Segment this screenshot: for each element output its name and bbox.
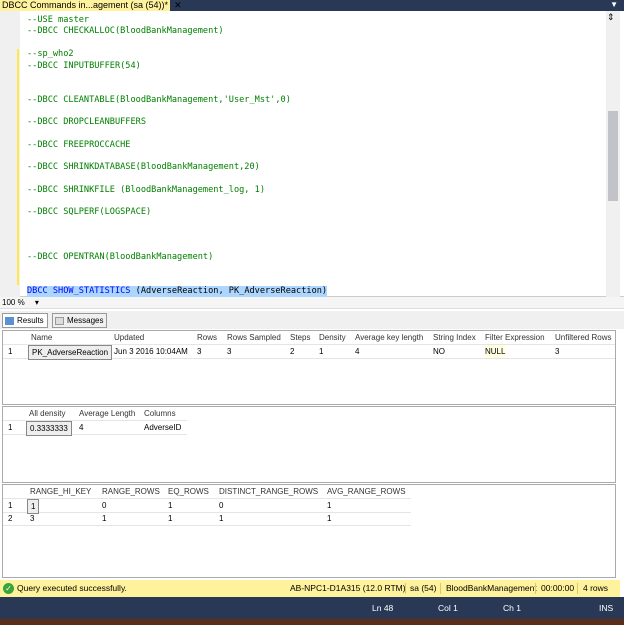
- status-server: AB-NPC1-D1A315 (12.0 RTM): [290, 583, 406, 593]
- status-database: BloodBankManagement: [446, 583, 537, 593]
- grid-cell[interactable]: 4: [355, 345, 359, 358]
- status-rows: 4 rows: [583, 583, 609, 593]
- code-line: --DBCC OPENTRAN(BloodBankManagement): [27, 252, 214, 262]
- tab-title: DBCC Commands in...agement (sa (54))*: [2, 0, 169, 10]
- query-editor[interactable]: --USE master --DBCC CHECKALLOC(BloodBank…: [0, 11, 624, 297]
- tab-label: Results: [17, 316, 44, 325]
- grid-cell[interactable]: 3: [227, 345, 231, 358]
- grid-cell[interactable]: 0: [219, 499, 223, 512]
- code-keyword: DBCC SHOW_STATISTICS: [27, 286, 131, 296]
- grid-cell[interactable]: 1: [327, 512, 331, 525]
- grid-icon: [5, 316, 14, 325]
- grid-cell[interactable]: PK_AdverseReaction: [28, 345, 113, 360]
- column-header[interactable]: Density: [319, 331, 346, 344]
- grid-cell[interactable]: AdverseID: [144, 421, 181, 434]
- column-header[interactable]: Updated: [114, 331, 144, 344]
- chevron-down-icon[interactable]: ▾: [35, 298, 39, 307]
- zoom-bar: 100 % ▾: [0, 297, 624, 309]
- grid-cell[interactable]: 1: [319, 345, 323, 358]
- code-line: --DBCC DROPCLEANBUFFERS: [27, 117, 146, 127]
- grid-cell[interactable]: NO: [433, 345, 445, 358]
- grid-cell[interactable]: NULL: [485, 345, 506, 358]
- tab-results[interactable]: Results: [2, 313, 48, 328]
- code-line: --DBCC FREEPROCCACHE: [27, 140, 131, 150]
- status-bar: ✓ Query executed successfully. AB-NPC1-D…: [0, 580, 620, 597]
- result-tabs: Results Messages: [0, 311, 624, 329]
- title-bar: DBCC Commands in...agement (sa (54))* ✕ ▼: [0, 0, 624, 11]
- grid-cell[interactable]: 3: [30, 512, 34, 525]
- zoom-select[interactable]: 100 %: [2, 298, 25, 307]
- document-tab[interactable]: DBCC Commands in...agement (sa (54))* ✕: [0, 0, 182, 11]
- taskbar: [0, 619, 624, 625]
- selected-code-line: DBCC SHOW_STATISTICS (AdverseReaction, P…: [27, 286, 328, 297]
- code-line: --DBCC INPUTBUFFER(54): [27, 61, 141, 71]
- split-icon[interactable]: ⇕: [607, 12, 615, 23]
- grid-cell[interactable]: 1: [327, 499, 331, 512]
- scrollbar-thumb[interactable]: [608, 111, 618, 201]
- results-grid-1[interactable]: Name Updated Rows Rows Sampled Steps Density A…: [2, 330, 616, 405]
- code-line: --USE master: [27, 15, 90, 25]
- column-header[interactable]: Steps: [290, 331, 310, 344]
- column-header[interactable]: Average Length: [79, 407, 135, 420]
- code-line: --DBCC SQLPERF(LOGSPACE): [27, 207, 152, 217]
- status-time: 00:00:00: [541, 583, 575, 593]
- column-header[interactable]: Name: [31, 331, 52, 344]
- grid-cell[interactable]: 1: [102, 512, 106, 525]
- messages-icon: [55, 316, 64, 325]
- results-grid-2[interactable]: All density Average Length Columns 1 0.33333…: [2, 406, 616, 483]
- code-line: --DBCC SHRINKDATABASE(BloodBankManagemen…: [27, 162, 260, 172]
- column-header[interactable]: RANGE_ROWS: [102, 485, 160, 498]
- grid-cell[interactable]: 0.3333333: [26, 421, 72, 436]
- code-line: --sp_who2: [27, 49, 74, 59]
- tab-messages[interactable]: Messages: [52, 313, 108, 328]
- code-args: (AdverseReaction, PK_AdverseReaction): [135, 286, 328, 296]
- change-bar: [17, 49, 19, 285]
- grid-cell[interactable]: 1: [168, 499, 172, 512]
- grid-cell[interactable]: 2: [290, 345, 294, 358]
- column-header[interactable]: Unfiltered Rows: [555, 331, 611, 344]
- column-header[interactable]: Rows Sampled: [227, 331, 281, 344]
- row-number[interactable]: 1: [8, 499, 12, 512]
- code-line: --DBCC SHRINKFILE (BloodBankManagement_l…: [27, 185, 265, 195]
- line-number: Ln 48: [372, 603, 394, 613]
- column-header[interactable]: All density: [29, 407, 65, 420]
- insert-mode: INS: [599, 603, 614, 613]
- results-grid-3[interactable]: RANGE_HI_KEY RANGE_ROWS EQ_ROWS DISTINCT_RA…: [2, 484, 616, 578]
- close-icon[interactable]: ✕: [174, 0, 182, 10]
- row-number[interactable]: 2: [8, 512, 12, 525]
- grid-cell[interactable]: 1: [168, 512, 172, 525]
- success-icon: ✓: [3, 583, 14, 594]
- column-header[interactable]: Columns: [144, 407, 176, 420]
- column-header[interactable]: AVG_RANGE_ROWS: [327, 485, 406, 498]
- column-header[interactable]: Rows: [197, 331, 217, 344]
- column-header[interactable]: DISTINCT_RANGE_ROWS: [219, 485, 318, 498]
- column-header[interactable]: Filter Expression: [485, 331, 545, 344]
- column-header[interactable]: Average key length: [355, 331, 423, 344]
- grid-cell[interactable]: Jun 3 2016 10:04AM: [114, 345, 188, 358]
- column-number: Col 1: [438, 603, 458, 613]
- column-header[interactable]: String Index: [433, 331, 476, 344]
- column-header[interactable]: RANGE_HI_KEY: [30, 485, 91, 498]
- status-message: Query executed successfully.: [17, 583, 127, 593]
- editor-status-bar: Ln 48 Col 1 Ch 1 INS: [0, 597, 624, 619]
- code-line: --DBCC CLEANTABLE(BloodBankManagement,'U…: [27, 95, 291, 105]
- grid-cell[interactable]: 3: [555, 345, 559, 358]
- status-user: sa (54): [410, 583, 437, 593]
- tab-dropdown-icon[interactable]: ▼: [610, 0, 618, 9]
- grid-cell[interactable]: 1: [219, 512, 223, 525]
- grid-cell[interactable]: 4: [79, 421, 83, 434]
- tab-label: Messages: [67, 316, 104, 325]
- row-number[interactable]: 1: [8, 421, 12, 434]
- grid-cell[interactable]: 3: [197, 345, 201, 358]
- column-header[interactable]: EQ_ROWS: [168, 485, 209, 498]
- grid-cell[interactable]: 0: [102, 499, 106, 512]
- code-line: --DBCC CHECKALLOC(BloodBankManagement): [27, 26, 224, 36]
- char-number: Ch 1: [503, 603, 521, 613]
- row-number[interactable]: 1: [8, 345, 12, 358]
